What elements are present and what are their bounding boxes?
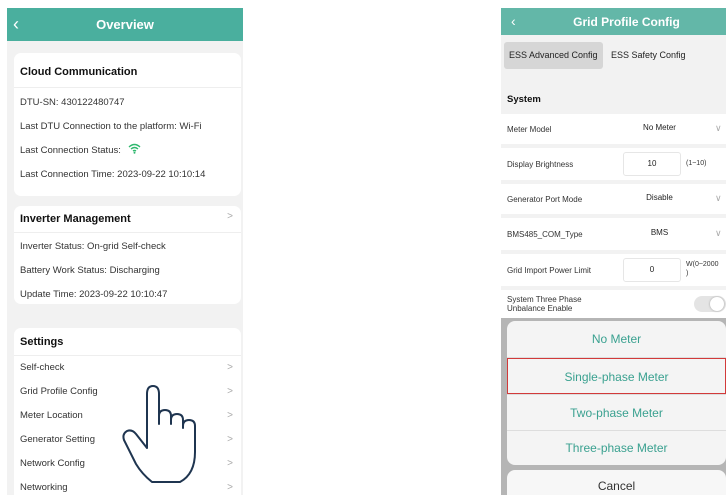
chevron-down-icon: ∨ xyxy=(715,228,722,238)
inverter-status: Inverter Status: On-grid Self-check xyxy=(20,241,166,252)
unbalance-enable-toggle[interactable] xyxy=(694,296,726,312)
bms485-com-type-select[interactable]: BMS xyxy=(623,222,696,246)
chevron-right-icon: > xyxy=(227,458,233,469)
config-row-generator-port-mode[interactable]: Generator Port Mode Disable ∨ xyxy=(501,184,726,214)
chevron-down-icon: ∨ xyxy=(715,123,722,133)
inverter-management-card[interactable]: Inverter Management > Inverter Status: O… xyxy=(14,206,241,304)
header-bar: ‹ Grid Profile Config xyxy=(501,8,726,35)
grid-import-power-limit-input[interactable]: 0 xyxy=(623,258,681,282)
status-label: Last Connection Status: xyxy=(20,145,121,156)
header-bar: ‹ Overview xyxy=(7,8,243,41)
meter-model-select[interactable]: No Meter xyxy=(623,117,696,141)
last-connection-type: Last DTU Connection to the platform: Wi-… xyxy=(20,121,202,132)
config-row-grid-import-power-limit: Grid Import Power Limit 0 W(0~2000 ) xyxy=(501,254,726,286)
config-row-meter-model[interactable]: Meter Model No Meter ∨ xyxy=(501,114,726,144)
cancel-button[interactable]: Cancel xyxy=(507,470,726,495)
chevron-right-icon: > xyxy=(227,434,233,445)
dtu-sn: DTU-SN: 430122480747 xyxy=(20,97,125,108)
page-title: Overview xyxy=(96,17,154,32)
last-connection-time: Last Connection Time: 2023-09-22 10:10:1… xyxy=(20,169,206,180)
wifi-icon xyxy=(128,143,140,154)
config-row-bms485-com-type[interactable]: BMS485_COM_Type BMS ∨ xyxy=(501,218,726,250)
generator-port-mode-select[interactable]: Disable xyxy=(623,187,696,211)
update-time: Update Time: 2023-09-22 10:10:47 xyxy=(20,289,168,300)
section-title: System xyxy=(507,94,541,105)
grid-profile-config-screen: ‹ Grid Profile Config ESS Advanced Confi… xyxy=(501,8,726,495)
chevron-right-icon: > xyxy=(227,410,233,421)
page-title: Grid Profile Config xyxy=(573,15,680,29)
chevron-left-icon[interactable]: ‹ xyxy=(511,13,516,29)
card-title: Settings xyxy=(20,336,64,348)
picker-option-no-meter[interactable]: No Meter xyxy=(507,321,726,357)
chevron-right-icon: > xyxy=(227,362,233,373)
chevron-right-icon: > xyxy=(227,386,233,397)
cloud-communication-card: Cloud Communication DTU-SN: 430122480747… xyxy=(14,53,241,196)
settings-item-self-check[interactable]: Self-check > xyxy=(20,356,233,380)
chevron-right-icon[interactable]: > xyxy=(227,211,233,222)
config-row-display-brightness: Display Brightness 10 (1~10) xyxy=(501,148,726,180)
picker-option-three-phase-meter[interactable]: Three-phase Meter xyxy=(507,430,726,466)
card-title: Cloud Communication xyxy=(20,66,138,78)
chevron-right-icon: > xyxy=(227,482,233,493)
tab-ess-safety-config[interactable]: ESS Safety Config xyxy=(606,42,691,69)
config-tabs: ESS Advanced Config ESS Safety Config xyxy=(501,42,726,69)
display-brightness-input[interactable]: 10 xyxy=(623,152,681,176)
battery-status: Battery Work Status: Discharging xyxy=(20,265,160,276)
config-row-three-phase-unbalance: System Three Phase Unbalance Enable xyxy=(501,290,726,318)
last-connection-status: Last Connection Status: xyxy=(20,139,233,163)
card-title: Inverter Management xyxy=(20,213,131,225)
pointing-hand-icon xyxy=(122,385,196,483)
tab-ess-advanced-config[interactable]: ESS Advanced Config xyxy=(504,42,603,69)
chevron-down-icon: ∨ xyxy=(715,193,722,203)
picker-option-two-phase-meter[interactable]: Two-phase Meter xyxy=(507,395,726,431)
meter-model-picker: No Meter Single-phase Meter Two-phase Me… xyxy=(507,321,726,465)
picker-option-single-phase-meter[interactable]: Single-phase Meter xyxy=(507,358,726,394)
